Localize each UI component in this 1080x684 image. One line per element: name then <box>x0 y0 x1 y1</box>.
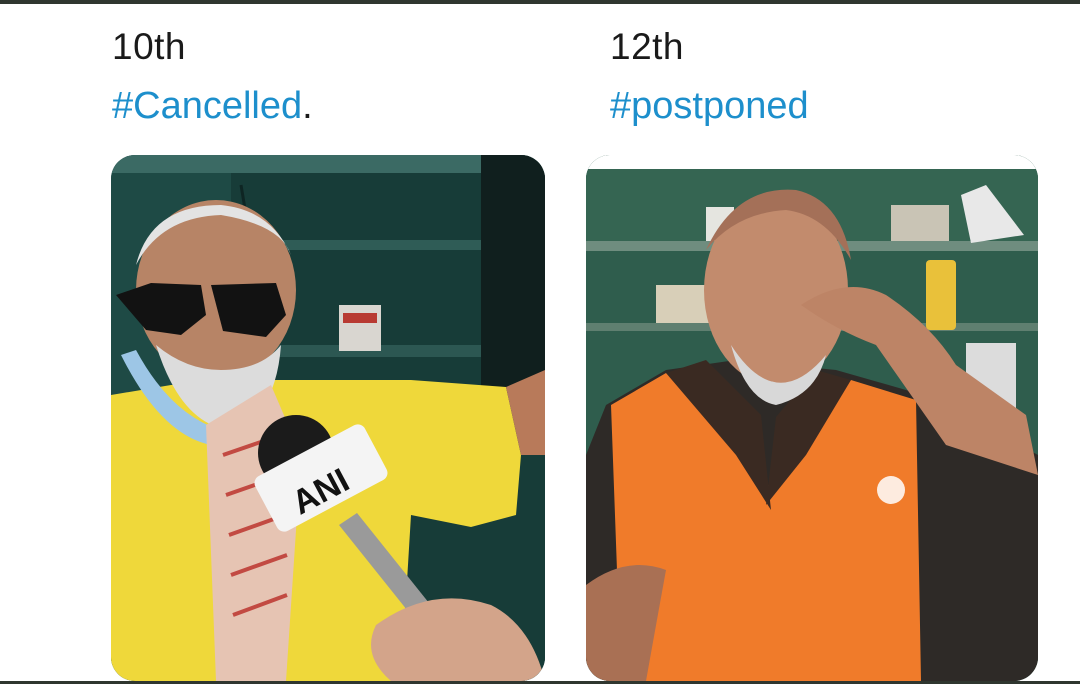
right-photo-illustration <box>586 155 1038 681</box>
postponed-hashtag-link[interactable]: #postponed <box>610 85 809 127</box>
left-tagline: #Cancelled. <box>112 78 313 134</box>
left-photo[interactable]: ANI <box>111 155 545 681</box>
cancelled-hashtag-link[interactable]: #Cancelled <box>112 85 302 127</box>
left-period: . <box>302 85 313 127</box>
right-tagline: #postponed <box>610 78 809 134</box>
right-caption: 12th #postponed <box>610 24 809 134</box>
top-frame-bar <box>0 0 1080 4</box>
left-day-label: 10th <box>112 26 187 67</box>
left-photo-illustration: ANI <box>111 155 545 681</box>
right-day-label: 12th <box>610 26 685 67</box>
left-caption: 10th #Cancelled. <box>112 24 313 134</box>
right-photo[interactable] <box>586 155 1038 681</box>
